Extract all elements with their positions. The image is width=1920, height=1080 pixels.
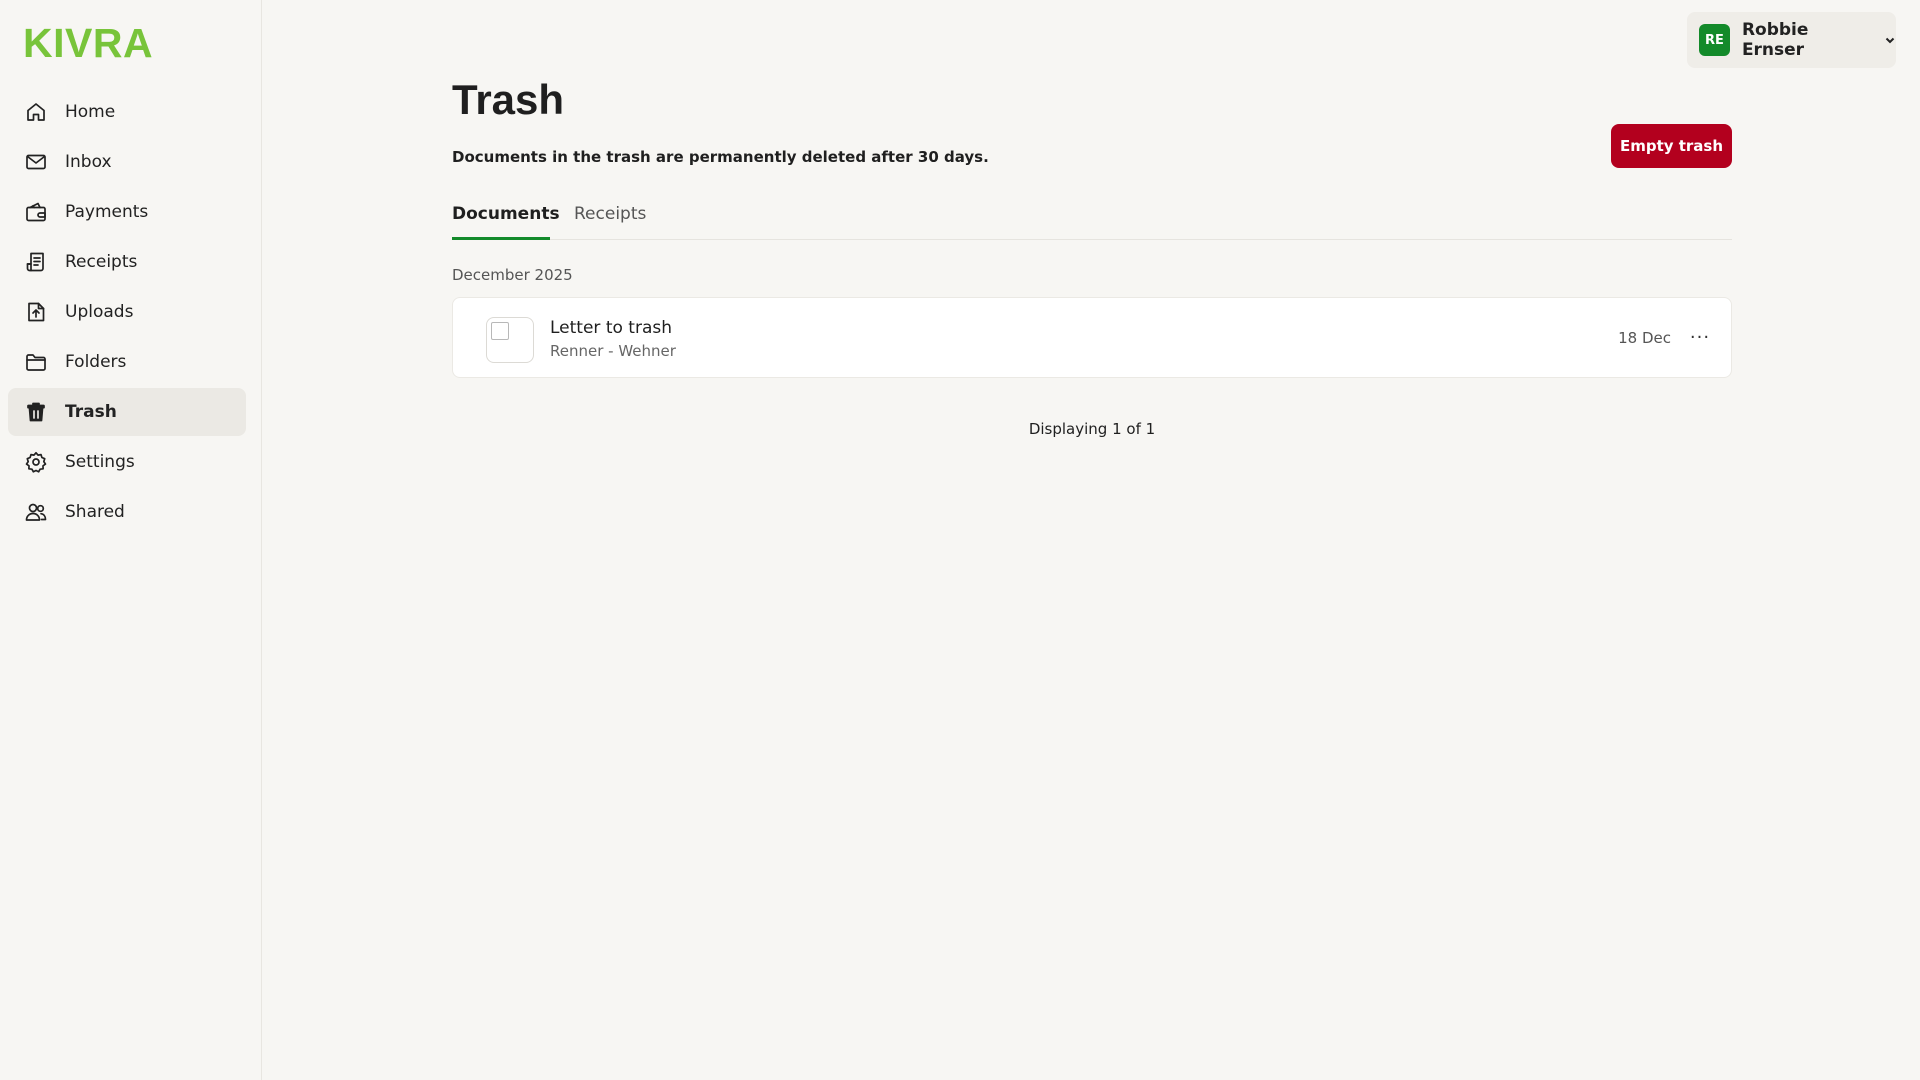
tab-bar: Documents Receipts bbox=[452, 204, 1732, 240]
sidebar-item-payments[interactable]: Payments bbox=[8, 188, 246, 236]
sidebar-item-inbox[interactable]: Inbox bbox=[8, 138, 246, 186]
sidebar-item-label: Folders bbox=[65, 352, 127, 372]
kivra-logo[interactable]: KIVRA bbox=[23, 20, 153, 67]
document-sender: Renner - Wehner bbox=[550, 342, 676, 360]
more-options-icon[interactable]: ··· bbox=[1687, 324, 1713, 350]
sidebar-item-label: Uploads bbox=[65, 302, 134, 322]
tab-documents[interactable]: Documents bbox=[452, 204, 560, 240]
sidebar-item-label: Receipts bbox=[65, 252, 138, 272]
sidebar-item-home[interactable]: Home bbox=[8, 88, 246, 136]
mail-icon bbox=[24, 150, 48, 174]
avatar: RE bbox=[1699, 24, 1730, 56]
app-root: KIVRA Home Inbox Payments Receipts Uploa… bbox=[0, 0, 1920, 1080]
sidebar-item-label: Inbox bbox=[65, 152, 112, 172]
sidebar-item-label: Trash bbox=[65, 402, 117, 422]
home-icon bbox=[24, 100, 48, 124]
sidebar-item-label: Home bbox=[65, 102, 116, 122]
user-menu-button[interactable]: RE Robbie Ernser bbox=[1687, 12, 1896, 68]
gear-icon bbox=[24, 450, 48, 474]
page-title: Trash bbox=[452, 76, 565, 123]
sidebar-item-label: Shared bbox=[65, 502, 125, 522]
user-name: Robbie Ernser bbox=[1741, 20, 1809, 60]
document-thumbnail bbox=[486, 317, 534, 363]
document-title: Letter to trash bbox=[550, 318, 672, 338]
users-icon bbox=[24, 500, 48, 524]
sidebar-item-uploads[interactable]: Uploads bbox=[8, 288, 246, 336]
sidebar-item-label: Settings bbox=[65, 452, 135, 472]
chevron-down-icon bbox=[1884, 31, 1896, 50]
sidebar-item-settings[interactable]: Settings bbox=[8, 438, 246, 486]
empty-trash-button[interactable]: Empty trash bbox=[1611, 124, 1732, 168]
broken-image-icon bbox=[491, 322, 509, 340]
sidebar-item-label: Payments bbox=[65, 202, 149, 222]
sidebar-item-receipts[interactable]: Receipts bbox=[8, 238, 246, 286]
upload-icon bbox=[24, 300, 48, 324]
receipt-icon bbox=[24, 250, 48, 274]
sidebar-nav: Home Inbox Payments Receipts Uploads Fol… bbox=[8, 88, 246, 538]
document-date: 18 Dec bbox=[1618, 329, 1671, 347]
pagination-status: Displaying 1 of 1 bbox=[1028, 420, 1156, 438]
sidebar: KIVRA Home Inbox Payments Receipts Uploa… bbox=[0, 0, 262, 1080]
sidebar-item-trash[interactable]: Trash bbox=[8, 388, 246, 436]
tab-receipts[interactable]: Receipts bbox=[574, 204, 646, 240]
group-date-label: December 2025 bbox=[452, 266, 573, 284]
trash-icon bbox=[24, 400, 48, 424]
document-row[interactable]: Letter to trash Renner - Wehner 18 Dec ·… bbox=[452, 297, 1732, 378]
sidebar-item-shared[interactable]: Shared bbox=[8, 488, 246, 536]
folder-icon bbox=[24, 350, 48, 374]
page-subtitle: Documents in the trash are permanently d… bbox=[452, 148, 989, 166]
wallet-icon bbox=[24, 200, 48, 224]
sidebar-item-folders[interactable]: Folders bbox=[8, 338, 246, 386]
